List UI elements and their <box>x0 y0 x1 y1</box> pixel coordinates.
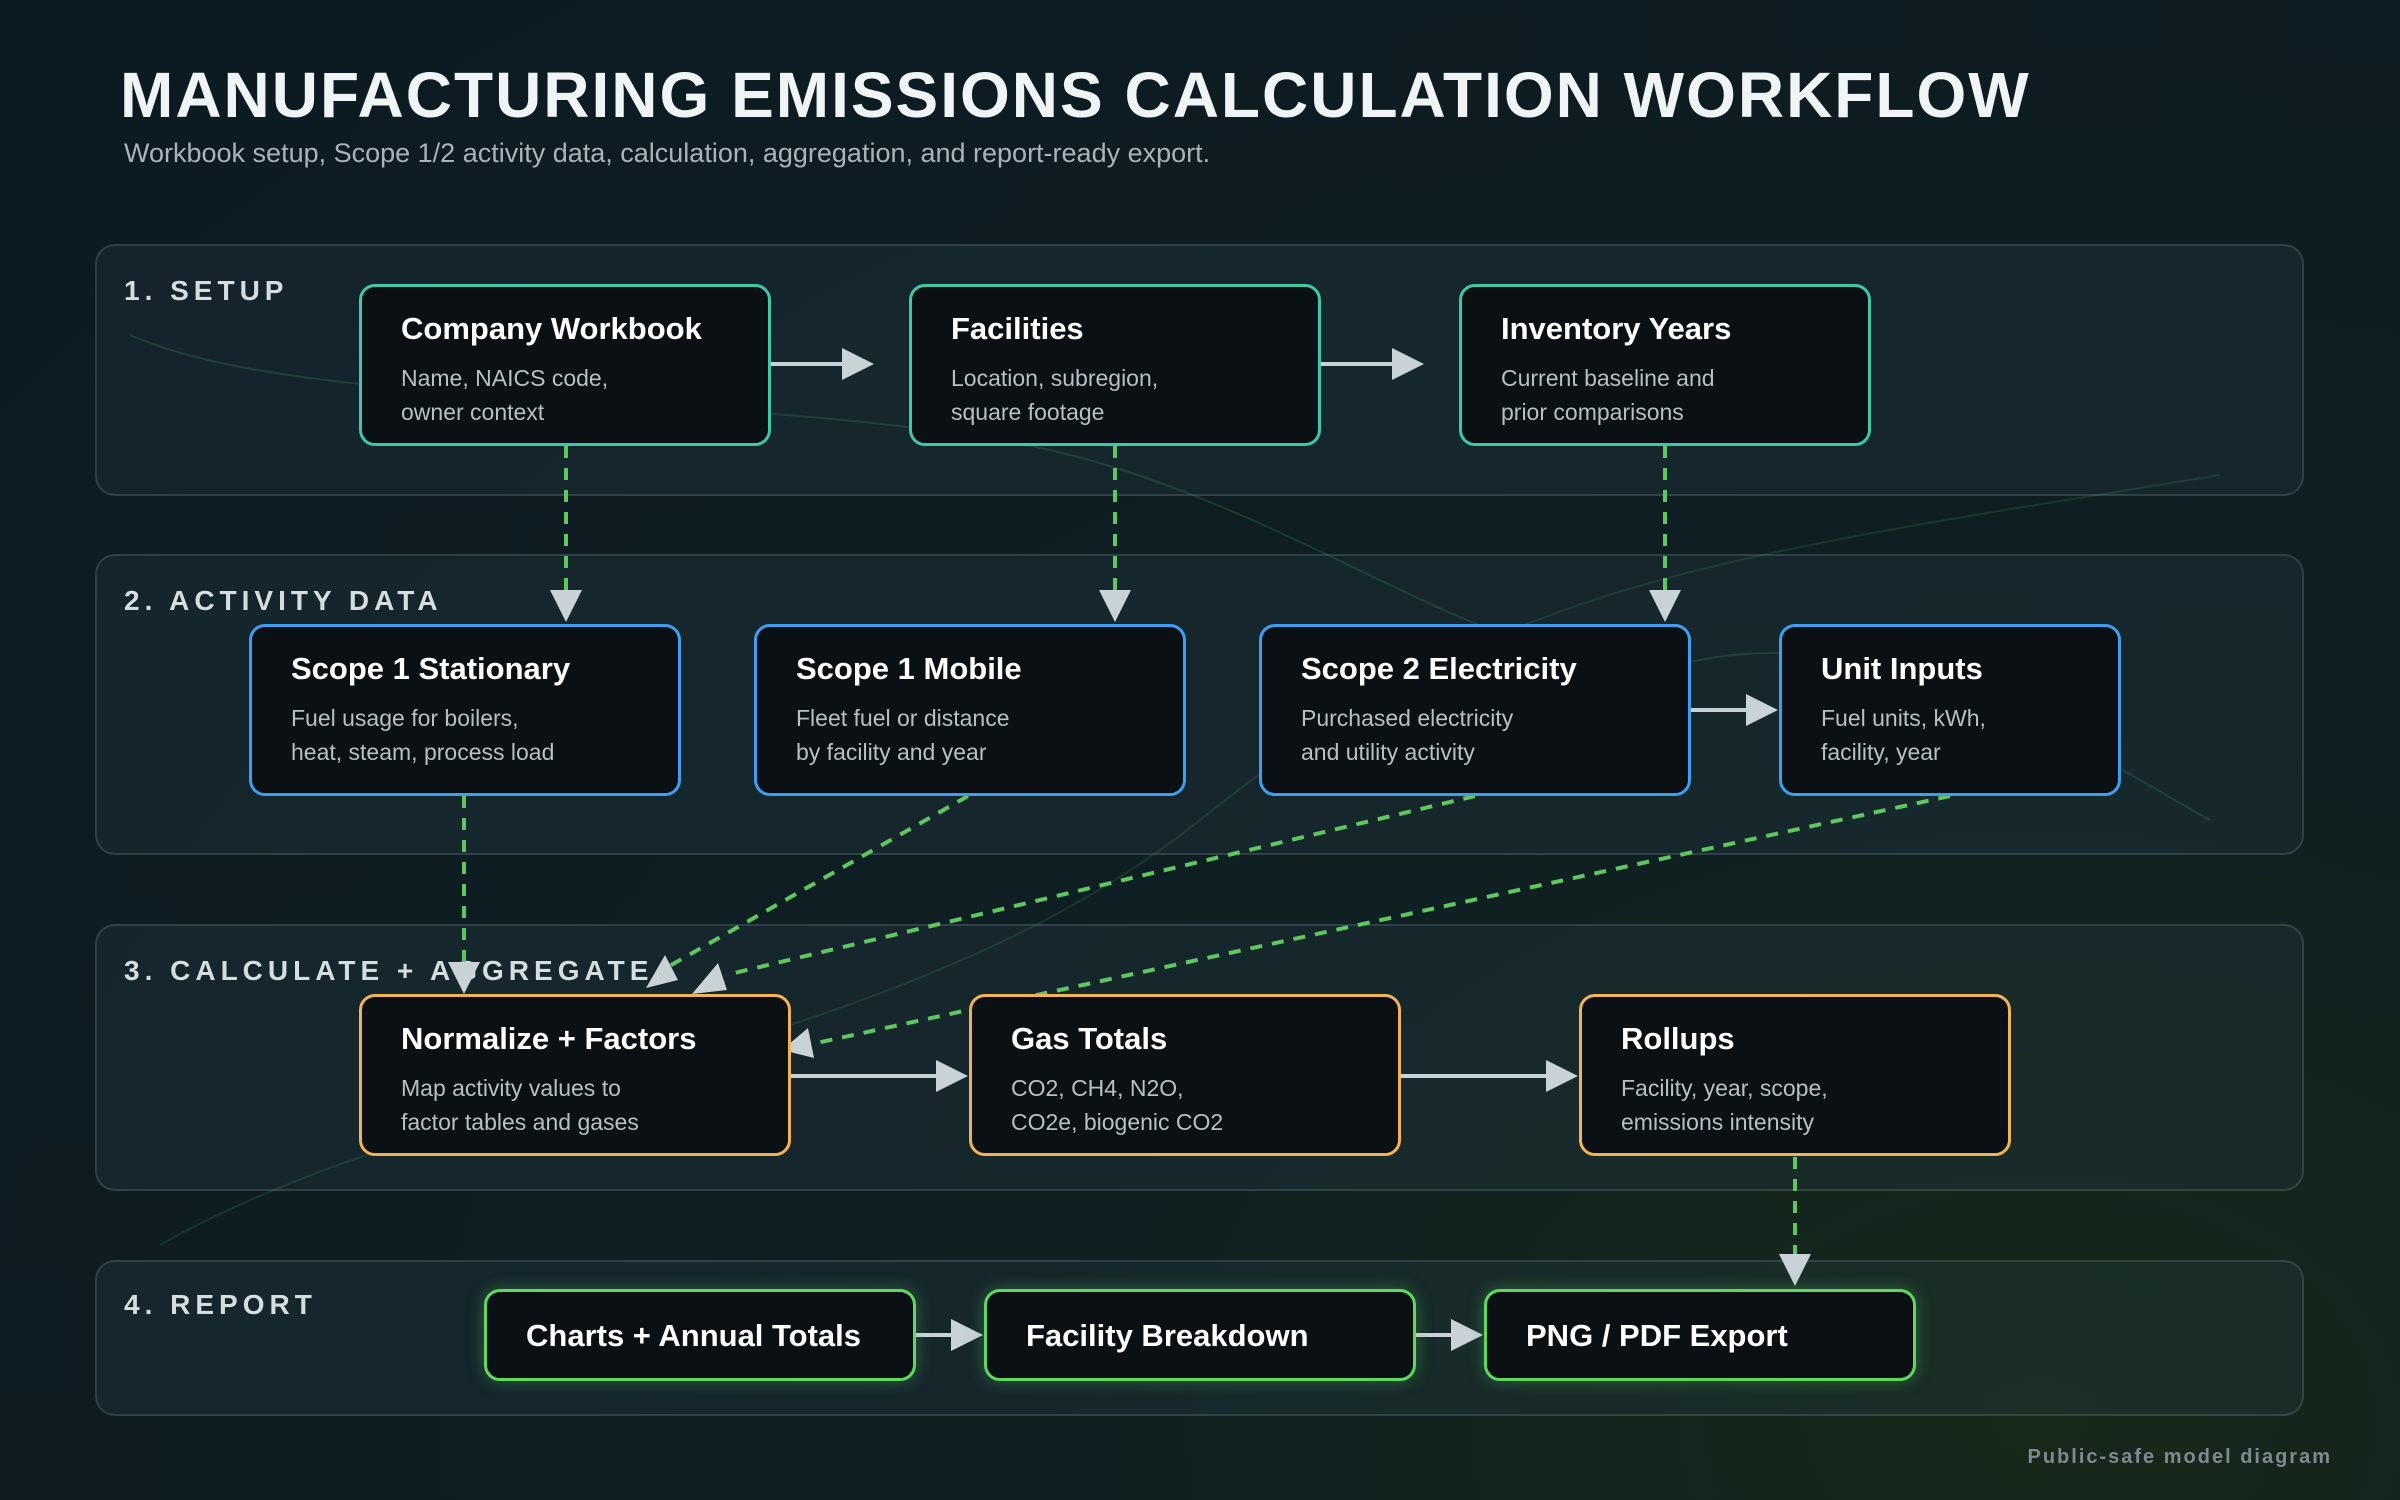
node-rollups[interactable]: Rollups Facility, year, scope, emissions… <box>1579 994 2011 1156</box>
node-description: Purchased electricity and utility activi… <box>1301 705 1514 765</box>
node-description: Fuel usage for boilers, heat, steam, pro… <box>291 705 555 765</box>
node-scope1-mobile[interactable]: Scope 1 Mobile Fleet fuel or distance by… <box>754 624 1186 796</box>
arrowhead <box>951 1319 983 1351</box>
node-description: Fleet fuel or distance by facility and y… <box>796 705 1010 765</box>
node-facilities[interactable]: Facilities Location, subregion, square f… <box>909 284 1321 446</box>
node-facility-breakdown[interactable]: Facility Breakdown <box>984 1289 1416 1381</box>
node-company-workbook[interactable]: Company Workbook Name, NAICS code, owner… <box>359 284 771 446</box>
node-normalize-factors[interactable]: Normalize + Factors Map activity values … <box>359 994 791 1156</box>
arrowhead <box>692 963 727 994</box>
node-title: Inventory Years <box>1501 311 1732 346</box>
footer-note: Public-safe model diagram <box>2027 1446 2332 1468</box>
node-title: Unit Inputs <box>1821 651 1983 686</box>
node-inventory-years[interactable]: Inventory Years Current baseline and pri… <box>1459 284 1871 446</box>
node-description: Map activity values to factor tables and… <box>401 1075 639 1135</box>
node-title: PNG / PDF Export <box>1526 1318 1788 1353</box>
node-gas-totals[interactable]: Gas Totals CO2, CH4, N2O, CO2e, biogenic… <box>969 994 1401 1156</box>
arrowhead <box>646 955 678 988</box>
node-title: Rollups <box>1621 1021 1735 1056</box>
node-description: Location, subregion, square footage <box>951 365 1159 425</box>
node-charts-annual-totals[interactable]: Charts + Annual Totals <box>484 1289 916 1381</box>
node-description: Fuel units, kWh, facility, year <box>1821 705 1986 765</box>
node-title: Scope 1 Stationary <box>291 651 571 686</box>
arrowhead <box>936 1060 968 1092</box>
arrowhead <box>1099 590 1131 622</box>
arrowhead <box>1746 694 1778 726</box>
arrowhead <box>1392 348 1424 380</box>
dashed-electricity-to-normalize <box>725 794 1476 977</box>
node-title: Facility Breakdown <box>1026 1318 1309 1353</box>
node-title: Company Workbook <box>401 311 702 346</box>
arrowhead <box>1546 1060 1578 1092</box>
node-scope1-stationary[interactable]: Scope 1 Stationary Fuel usage for boiler… <box>249 624 681 796</box>
arrowhead <box>448 962 480 994</box>
node-title: Normalize + Factors <box>401 1021 697 1056</box>
node-description: Name, NAICS code, owner context <box>401 365 609 425</box>
node-title: Gas Totals <box>1011 1021 1168 1056</box>
arrowhead <box>842 348 874 380</box>
node-unit-inputs[interactable]: Unit Inputs Fuel units, kWh, facility, y… <box>1779 624 2121 796</box>
arrowhead <box>1451 1319 1483 1351</box>
node-description: Current baseline and prior comparisons <box>1501 365 1715 425</box>
arrowhead <box>1779 1254 1811 1286</box>
node-description: CO2, CH4, N2O, CO2e, biogenic CO2 <box>1011 1075 1224 1135</box>
dashed-mobile-to-normalize <box>665 794 969 970</box>
node-scope2-electricity[interactable]: Scope 2 Electricity Purchased electricit… <box>1259 624 1691 796</box>
node-title: Scope 2 Electricity <box>1301 651 1577 686</box>
node-title: Facilities <box>951 311 1084 346</box>
arrowhead <box>550 590 582 622</box>
arrowhead <box>1649 590 1681 622</box>
node-description: Facility, year, scope, emissions intensi… <box>1621 1075 1828 1135</box>
node-title: Charts + Annual Totals <box>526 1318 862 1353</box>
node-png-pdf-export[interactable]: PNG / PDF Export <box>1484 1289 1916 1381</box>
node-title: Scope 1 Mobile <box>796 651 1022 686</box>
